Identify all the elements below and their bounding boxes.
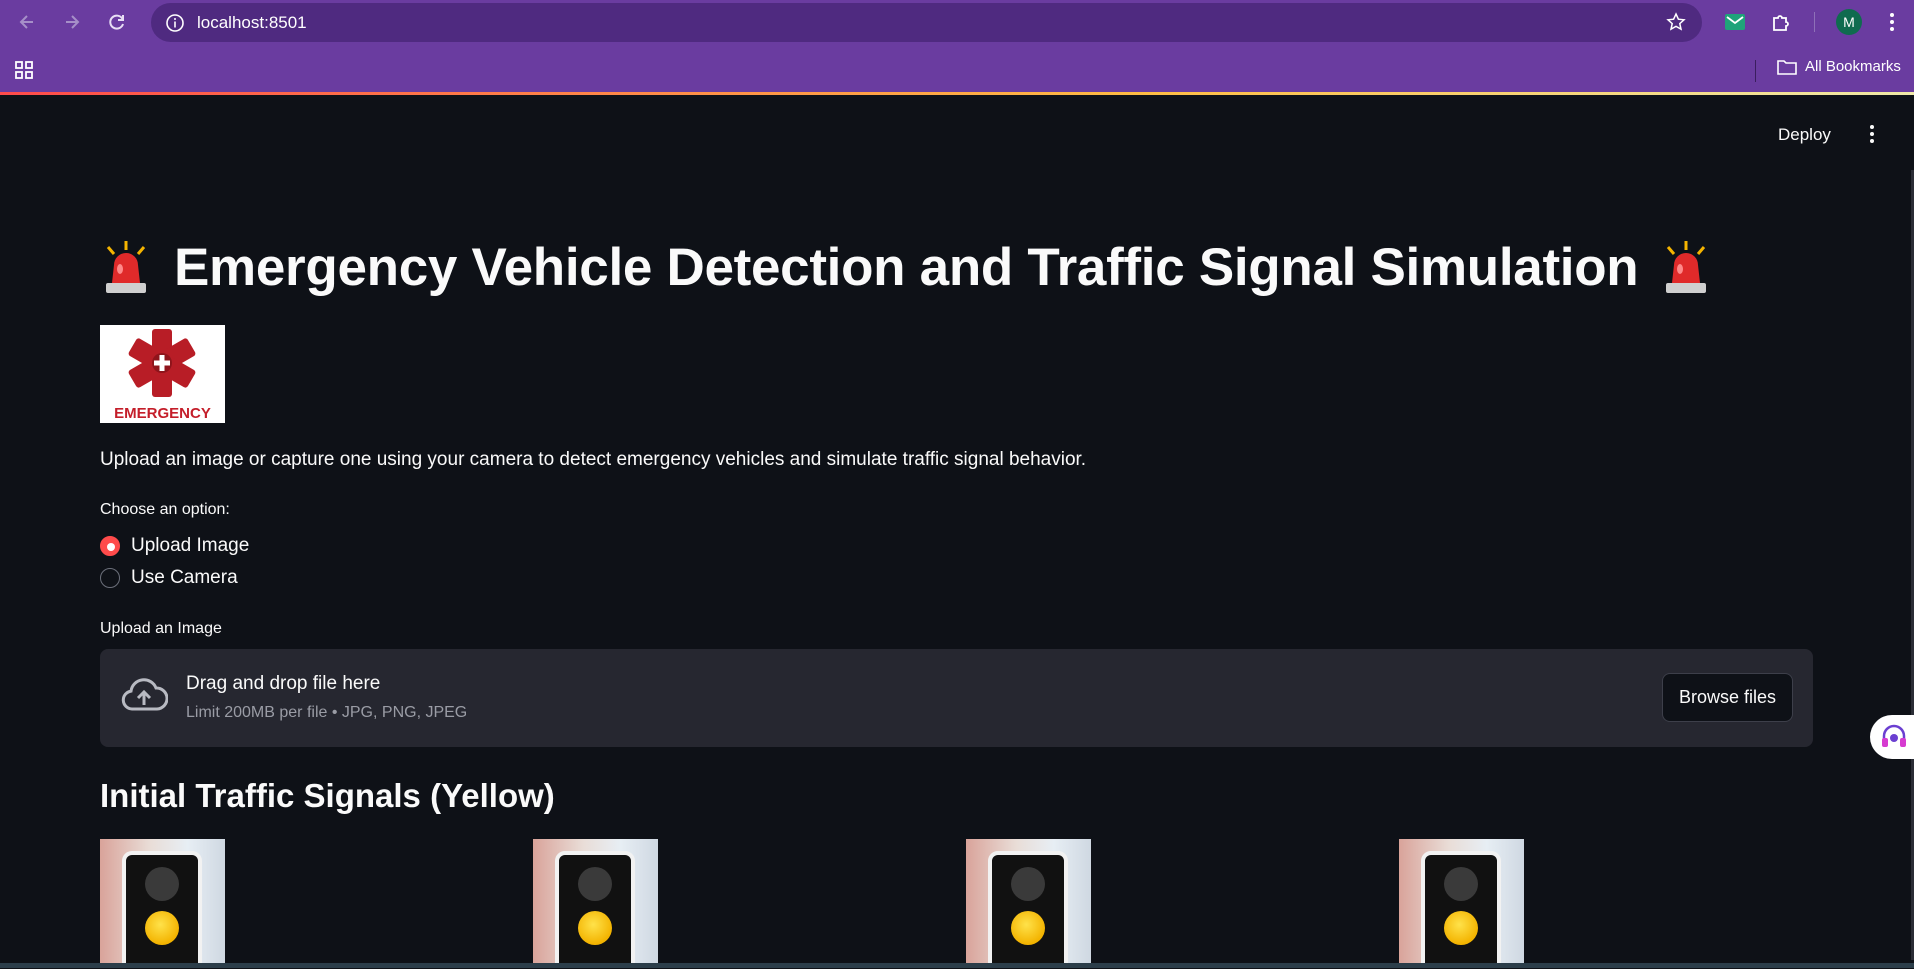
star-of-life-icon — [128, 329, 196, 397]
radio-use-camera[interactable]: Use Camera — [100, 567, 238, 589]
browser-menu-icon[interactable] — [1880, 10, 1904, 34]
traffic-signal-image — [1399, 839, 1524, 964]
signal-lamp-off — [145, 867, 179, 901]
browse-files-button[interactable]: Browse files — [1662, 673, 1793, 722]
signal-lamp-yellow — [1444, 911, 1478, 945]
profile-avatar[interactable]: M — [1836, 9, 1862, 35]
site-info-icon[interactable] — [163, 11, 187, 35]
forward-button[interactable] — [54, 4, 90, 40]
all-bookmarks-button[interactable]: All Bookmarks — [1777, 58, 1901, 75]
radio-upload-image[interactable]: Upload Image — [100, 535, 249, 557]
radio-label: Use Camera — [131, 567, 238, 588]
radio-unselected-indicator[interactable] — [100, 568, 120, 588]
reload-button[interactable] — [99, 4, 135, 40]
title-text: Emergency Vehicle Detection and Traffic … — [174, 238, 1639, 297]
reload-icon — [109, 14, 124, 30]
signal-lamp-off — [578, 867, 612, 901]
bookmark-star-icon[interactable] — [1666, 12, 1686, 37]
app-menu-icon[interactable] — [1862, 121, 1882, 147]
description-text: Upload an image or capture one using you… — [100, 449, 1087, 470]
window-bottom-edge — [0, 963, 1914, 968]
bookmarks-bar: All Bookmarks — [0, 52, 1914, 88]
radio-label: Upload Image — [131, 535, 250, 556]
signal-housing — [555, 851, 635, 964]
emergency-logo-text: EMERGENCY — [114, 405, 211, 422]
traffic-signal-image — [100, 839, 225, 964]
cloud-upload-icon — [121, 678, 168, 711]
upload-image-label: Upload an Image — [100, 620, 222, 637]
browser-chrome: localhost:8501 M All Bookmarks — [0, 0, 1914, 95]
address-bar[interactable]: localhost:8501 — [151, 3, 1702, 42]
choose-option-label: Choose an option: — [100, 501, 230, 518]
traffic-signals-row — [100, 839, 1810, 969]
file-dropzone[interactable]: Drag and drop file here Limit 200MB per … — [100, 649, 1813, 747]
toolbar-divider — [1814, 12, 1815, 32]
signal-housing — [1421, 851, 1501, 964]
signal-lamp-yellow — [1011, 911, 1045, 945]
page-title: Emergency Vehicle Detection and Traffic … — [100, 237, 1712, 298]
dropzone-title: Drag and drop file here — [186, 673, 381, 694]
dropzone-limits: Limit 200MB per file • JPG, PNG, JPEG — [186, 704, 468, 721]
headset-icon — [1882, 724, 1906, 747]
back-button[interactable] — [9, 4, 45, 40]
traffic-signal-image — [533, 839, 658, 964]
signal-housing — [988, 851, 1068, 964]
mail-extension-icon[interactable] — [1723, 10, 1747, 34]
signals-heading: Initial Traffic Signals (Yellow) — [100, 777, 555, 814]
signal-housing — [122, 851, 202, 964]
extensions-puzzle-icon[interactable] — [1769, 10, 1793, 34]
radio-selected-indicator[interactable] — [100, 536, 120, 556]
siren-icon — [1666, 240, 1707, 293]
app-main: Deploy Emergency Vehicle Detection and T… — [0, 95, 1914, 968]
support-agent-button[interactable] — [1870, 715, 1914, 759]
arrow-right-icon — [66, 15, 80, 29]
browser-toolbar: localhost:8501 M — [0, 0, 1914, 44]
apps-grid-icon[interactable] — [14, 60, 34, 85]
deploy-button[interactable]: Deploy — [1778, 125, 1831, 145]
signal-lamp-off — [1011, 867, 1045, 901]
signal-lamp-yellow — [578, 911, 612, 945]
url-text: localhost:8501 — [197, 12, 307, 32]
bookmarks-divider — [1755, 60, 1756, 82]
siren-icon — [106, 240, 146, 293]
emergency-logo-image: EMERGENCY — [100, 325, 225, 423]
signal-lamp-off — [1444, 867, 1478, 901]
signal-lamp-yellow — [145, 911, 179, 945]
arrow-left-icon — [19, 15, 33, 29]
traffic-signal-image — [966, 839, 1091, 964]
all-bookmarks-label: All Bookmarks — [1805, 58, 1901, 75]
folder-icon — [1777, 59, 1797, 75]
